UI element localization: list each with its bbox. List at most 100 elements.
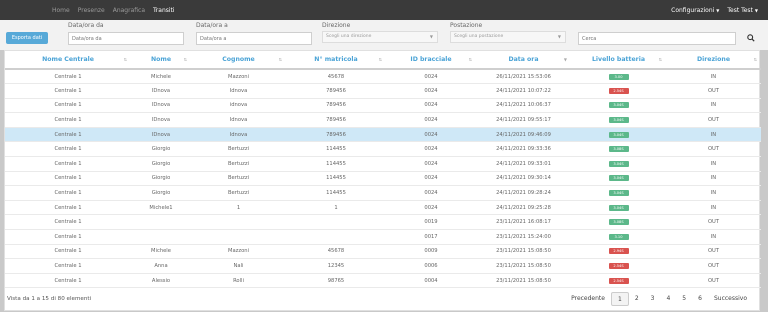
cell-matricola: [286, 214, 386, 231]
date-to-input[interactable]: [196, 32, 312, 45]
station-select[interactable]: Scegli una postazione ▼: [450, 31, 566, 43]
nav-transiti[interactable]: Transiti: [153, 7, 175, 14]
cell-bracciale: 0024: [386, 200, 476, 216]
page-2-button[interactable]: 2: [629, 292, 645, 306]
cell-matricola: 1: [286, 200, 386, 216]
page-3-button[interactable]: 3: [645, 292, 661, 306]
nav-anagrafica[interactable]: Anagrafica: [113, 7, 145, 14]
cell-direzione: IN: [666, 171, 761, 187]
sort-icon: ⇅: [658, 57, 662, 62]
col-header-centrale[interactable]: Nome Centrale ⇅: [5, 51, 131, 70]
cell-matricola: [286, 229, 386, 245]
page-5-button[interactable]: 5: [676, 292, 692, 306]
cell-centrale: Centrale 1: [5, 171, 131, 187]
table-row[interactable]: Centrale 1 0019 23/11/2021 16:08:17 3.08S OU…: [5, 214, 761, 231]
table-row[interactable]: Centrale 1 Michele Mazzoni 45678 0024 26/11/2…: [5, 69, 761, 85]
table-row[interactable]: Centrale 1 Anna Nali 12345 0006 23/11/2021 15…: [5, 258, 761, 274]
col-header-data[interactable]: Data ora ▼: [476, 51, 571, 70]
page-1-button[interactable]: 1: [610, 292, 629, 306]
cell-matricola: 789456: [286, 83, 386, 99]
table-row[interactable]: Centrale 1 Michele1 1 1 0024 24/11/2021 09:25…: [5, 200, 761, 216]
cell-bracciale: 0024: [386, 69, 476, 85]
cell-nome: Alessio: [131, 273, 191, 289]
cell-data: 24/11/2021 09:46:09: [476, 127, 571, 143]
transits-table: Nome Centrale ⇅ Nome ⇅ Cognome ⇅ N° matrico…: [5, 51, 761, 289]
table-row[interactable]: Centrale 1 0017 23/11/2021 15:24:00 3.10 IN: [5, 229, 761, 245]
col-header-batteria[interactable]: Livello batteria ⇅: [571, 51, 666, 70]
export-button[interactable]: Esporta dati: [6, 32, 48, 44]
cell-direzione: IN: [666, 127, 761, 143]
cell-cognome: Mazzoni: [191, 244, 286, 260]
search-button[interactable]: [744, 32, 758, 44]
table-row[interactable]: Centrale 1 Michele Mazzoni 45678 0009 23/11/2…: [5, 244, 761, 260]
sort-desc-icon: ▼: [563, 57, 567, 62]
user-dropdown[interactable]: Test Test ▼: [727, 7, 758, 14]
cell-matricola: 789456: [286, 98, 386, 114]
col-header-direzione[interactable]: Direzione ⇅: [666, 51, 761, 70]
direction-select[interactable]: Scegli una direzione ▼: [322, 31, 438, 43]
sort-icon: ⇅: [378, 57, 382, 62]
cell-centrale: Centrale 1: [5, 69, 131, 85]
page-6-button[interactable]: 6: [692, 292, 708, 306]
cell-bracciale: 0024: [386, 156, 476, 172]
transits-panel: Nome Centrale ⇅ Nome ⇅ Cognome ⇅ N° matrico…: [4, 50, 761, 311]
cell-direzione: OUT: [666, 244, 761, 260]
battery-badge: 3.08S: [608, 146, 629, 153]
cell-cognome: Bertuzzi: [191, 185, 286, 201]
col-header-cognome[interactable]: Cognome ⇅: [191, 51, 286, 70]
cell-cognome: Bertuzzi: [191, 156, 286, 172]
cell-batteria: 3.04S: [571, 200, 666, 216]
cell-cognome: Nali: [191, 258, 286, 274]
table-row[interactable]: Centrale 1 IDnova Idnova 789456 0024 24/11/20…: [5, 127, 761, 143]
cell-batteria: 2.54S: [571, 273, 666, 289]
cell-nome: IDnova: [131, 83, 191, 99]
nav-presenze[interactable]: Presenze: [78, 7, 105, 14]
cell-data: 24/11/2021 09:25:28: [476, 200, 571, 216]
cell-batteria: 3.04S: [571, 171, 666, 187]
cell-nome: Michele: [131, 69, 191, 85]
cell-direzione: OUT: [666, 258, 761, 274]
table-row[interactable]: Centrale 1 Giorgio Bertuzzi 114455 0024 24/11…: [5, 156, 761, 172]
cell-centrale: Centrale 1: [5, 156, 131, 172]
table-row[interactable]: Centrale 1 IDnova Idnova 789456 0024 24/11/20…: [5, 112, 761, 128]
cell-bracciale: 0009: [386, 244, 476, 260]
page-4-button[interactable]: 4: [660, 292, 676, 306]
cell-batteria: 2.54S: [571, 83, 666, 99]
table-row[interactable]: Centrale 1 IDnova idnova 789456 0024 24/11/20…: [5, 98, 761, 114]
cell-bracciale: 0024: [386, 127, 476, 143]
search-input[interactable]: [578, 32, 736, 45]
battery-badge: 2.54S: [608, 277, 629, 284]
col-header-label: Livello batteria: [591, 56, 645, 63]
cell-centrale: Centrale 1: [5, 200, 131, 216]
cell-bracciale: 0017: [386, 229, 476, 245]
cell-bracciale: 0024: [386, 185, 476, 201]
nav-home[interactable]: Home: [52, 7, 70, 14]
col-header-nome[interactable]: Nome ⇅: [131, 51, 191, 70]
prev-page-button[interactable]: Precedente: [565, 292, 611, 306]
cell-nome: Michele: [131, 244, 191, 260]
search-icon: [747, 34, 755, 42]
cell-centrale: Centrale 1: [5, 273, 131, 289]
cell-direzione: IN: [666, 69, 761, 85]
cell-matricola: 114455: [286, 185, 386, 201]
table-row[interactable]: Centrale 1 IDnova Idnova 789456 0024 24/11/20…: [5, 83, 761, 99]
user-nav: Configurazioni ▼ Test Test ▼: [671, 0, 758, 20]
cell-batteria: 3.04S: [571, 185, 666, 201]
date-from-input[interactable]: [68, 32, 184, 45]
table-row[interactable]: Centrale 1 Giorgio Bertuzzi 114455 0024 24/11…: [5, 185, 761, 201]
next-page-button[interactable]: Successivo: [708, 292, 753, 306]
config-dropdown[interactable]: Configurazioni ▼: [671, 7, 719, 14]
cell-matricola: 114455: [286, 156, 386, 172]
cell-data: 23/11/2021 15:24:00: [476, 229, 571, 245]
col-header-label: N° matricola: [314, 56, 358, 63]
col-header-matricola[interactable]: N° matricola ⇅: [286, 51, 386, 70]
col-header-bracciale[interactable]: ID bracciale ⇅: [386, 51, 476, 70]
table-row[interactable]: Centrale 1 Giorgio Bertuzzi 114455 0024 24/11…: [5, 141, 761, 158]
cell-nome: Giorgio: [131, 171, 191, 187]
battery-badge: 2.94S: [608, 248, 629, 255]
cell-direzione: IN: [666, 185, 761, 201]
cell-batteria: 3.04S: [571, 156, 666, 172]
table-row[interactable]: Centrale 1 Giorgio Bertuzzi 114455 0024 24/11…: [5, 171, 761, 187]
table-row[interactable]: Centrale 1 Alessio Rolli 98765 0004 23/11/202…: [5, 273, 761, 289]
table-info: Vista da 1 a 15 di 80 elementi: [7, 296, 92, 302]
